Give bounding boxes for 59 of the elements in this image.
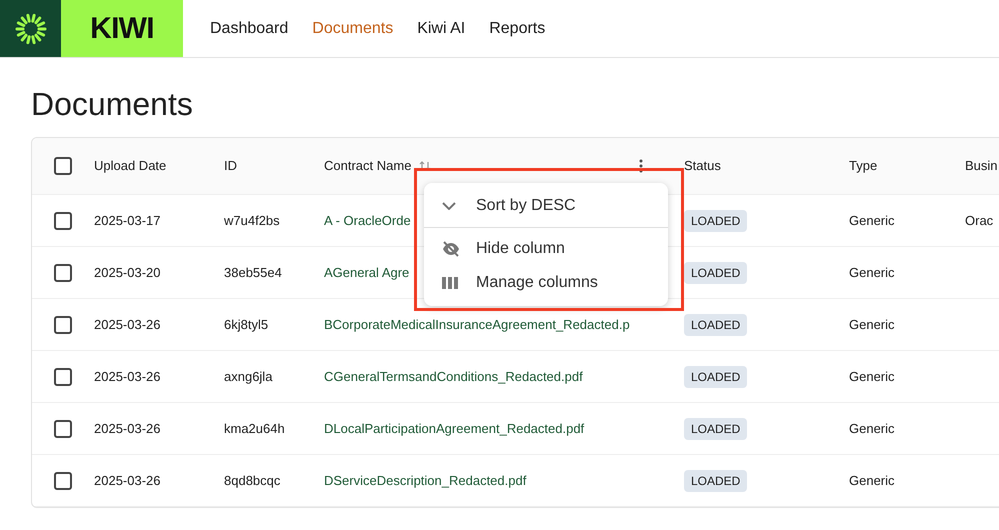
row-checkbox[interactable] — [54, 368, 72, 386]
contract-link[interactable]: A - OracleOrde — [324, 212, 411, 228]
kebab-menu-icon[interactable] — [639, 159, 644, 173]
status-badge: LOADED — [684, 470, 748, 492]
table-cell: Generic — [849, 264, 895, 280]
contract-link[interactable]: DServiceDescription_Redacted.pdf — [324, 472, 526, 488]
status-badge: LOADED — [684, 210, 748, 232]
select-all-checkbox[interactable] — [54, 157, 72, 175]
column-header[interactable]: Upload Date — [94, 156, 166, 176]
page-title: Documents — [31, 85, 194, 124]
column-header[interactable]: Contract Name — [324, 156, 412, 176]
chevron-down-icon — [442, 202, 456, 210]
table-cell: 2025-03-17 — [94, 212, 160, 228]
nav-link[interactable]: Dashboard — [210, 16, 288, 40]
table-cell: Orac — [965, 212, 994, 228]
contract-link[interactable]: CGeneralTermsandConditions_Redacted.pdf — [324, 368, 583, 384]
contract-link[interactable]: DLocalParticipationAgreement_Redacted.pdf — [324, 420, 584, 436]
status-badge: LOADED — [684, 262, 748, 284]
row-checkbox[interactable] — [54, 316, 72, 334]
nav-link[interactable]: Documents — [312, 16, 394, 40]
status-badge: LOADED — [684, 314, 748, 336]
columns-icon — [442, 277, 458, 289]
status-badge: LOADED — [684, 366, 748, 388]
table-cell: 38eb55e4 — [224, 264, 282, 280]
table-cell: Generic — [849, 420, 895, 436]
column-header[interactable]: Busin — [965, 156, 998, 176]
table-cell: 2025-03-26 — [94, 472, 160, 488]
column-header[interactable]: ID — [224, 156, 237, 176]
table-cell: axng6jla — [224, 368, 272, 384]
brand-name[interactable]: KIWI — [90, 6, 154, 51]
nav-link[interactable]: Reports — [489, 16, 546, 40]
table-cell: w7u4f2bs — [224, 212, 280, 228]
row-checkbox[interactable] — [54, 472, 72, 490]
table-cell: 6kj8tyl5 — [224, 316, 268, 332]
status-badge: LOADED — [684, 418, 748, 440]
table-cell: 2025-03-20 — [94, 264, 160, 280]
row-checkbox[interactable] — [54, 420, 72, 438]
table-cell: 8qd8bcqc — [224, 472, 280, 488]
column-header[interactable]: Type — [849, 156, 878, 176]
contract-link[interactable]: AGeneral Agre — [324, 264, 410, 280]
menu-item[interactable]: Hide column — [424, 232, 668, 266]
eye-slash-icon — [442, 241, 460, 257]
table-cell: Generic — [849, 368, 895, 384]
sort-arrows-icon[interactable] — [419, 161, 432, 171]
contract-link[interactable]: BCorporateMedicalInsuranceAgreement_Redacted.p — [324, 316, 630, 332]
menu-item[interactable]: Sort by DESC — [424, 189, 668, 223]
table-cell: kma2u64h — [224, 420, 285, 436]
row-checkbox[interactable] — [54, 212, 72, 230]
table-cell: 2025-03-26 — [94, 420, 160, 436]
menu-item[interactable]: Manage columns — [424, 266, 668, 300]
table-cell: Generic — [849, 212, 895, 228]
logo-icon — [14, 12, 46, 44]
table-cell: Generic — [849, 472, 895, 488]
column-header[interactable]: Status — [684, 156, 721, 176]
nav-link[interactable]: Kiwi AI — [417, 16, 466, 40]
table-cell: 2025-03-26 — [94, 316, 160, 332]
table-cell: Generic — [849, 316, 895, 332]
row-checkbox[interactable] — [54, 264, 72, 282]
table-cell: 2025-03-26 — [94, 368, 160, 384]
